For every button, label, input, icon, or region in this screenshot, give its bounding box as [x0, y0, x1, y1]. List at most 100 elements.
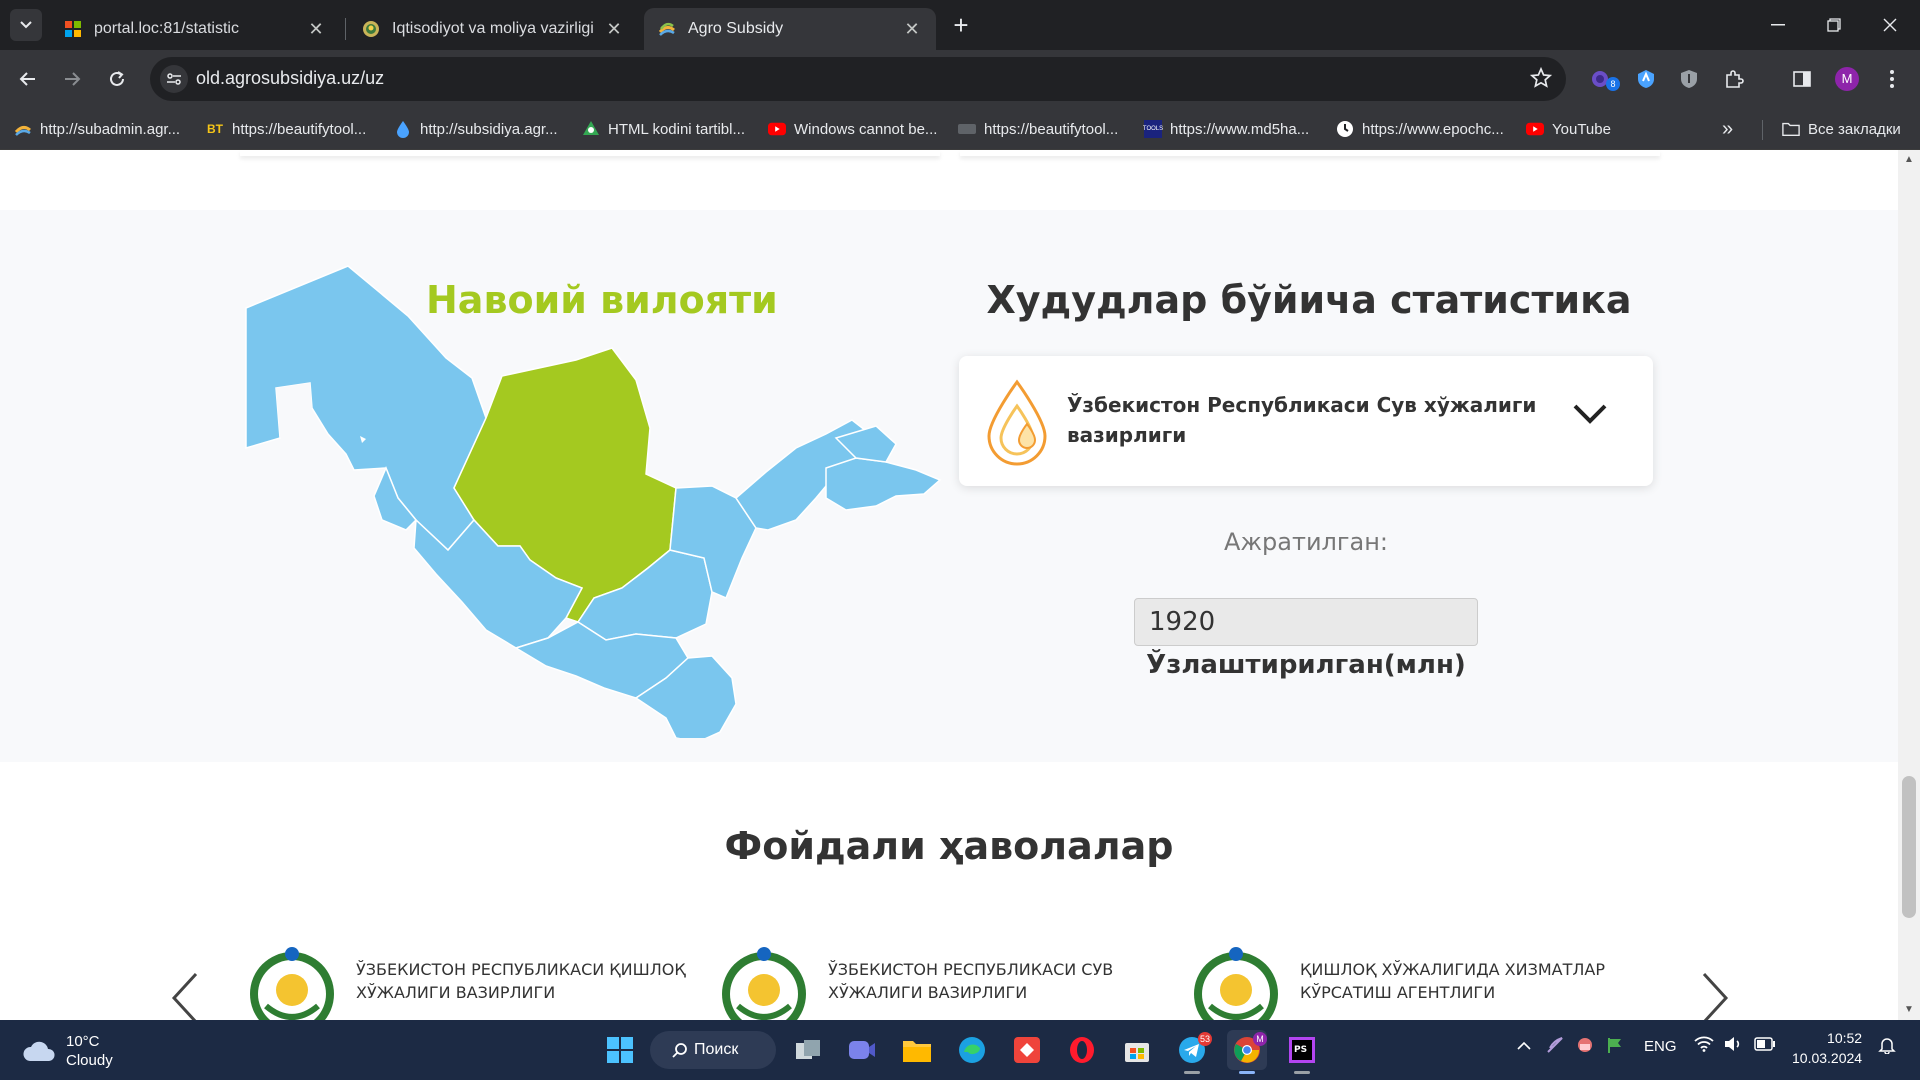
site-info-button[interactable]: [160, 65, 188, 93]
agro-logo-icon: [658, 22, 675, 36]
scroll-up-arrow-icon[interactable]: ▲: [1903, 154, 1915, 166]
tab-agro-subsidy[interactable]: Agro Subsidy ✕: [644, 8, 936, 50]
chevron-down-icon: [1573, 404, 1607, 424]
youtube-icon: [768, 120, 786, 138]
tray-app[interactable]: [1606, 1036, 1624, 1058]
restore-button[interactable]: [1806, 0, 1862, 50]
organization-name: Ўзбекистон Республикаси Сув хўжалиги ваз…: [1067, 393, 1537, 447]
bookmark-item[interactable]: http://subsidiya.agr...: [394, 117, 558, 141]
bookmark-divider: [1762, 120, 1763, 140]
notifications-button[interactable]: [1878, 1036, 1896, 1058]
organization-dropdown[interactable]: Ўзбекистон Республикаси Сув хўжалиги ваз…: [959, 356, 1653, 486]
edge-browser-icon: [959, 1037, 985, 1063]
tool-icon: [958, 120, 976, 138]
tab-title: Iqtisodiyot va moliya vazirligi: [392, 20, 594, 37]
video-chat-icon: [849, 1041, 875, 1059]
browser-menu-button[interactable]: [1876, 63, 1908, 95]
task-view-button[interactable]: [788, 1030, 828, 1070]
all-bookmarks-button[interactable]: Все закладки: [1782, 117, 1901, 141]
useful-link-item[interactable]: Ўзбекистон Республикаси Қишлоқ хўжалиги …: [246, 944, 706, 1020]
bookmark-item[interactable]: YouTube: [1526, 117, 1611, 141]
bookmark-item[interactable]: BT https://beautifytool...: [206, 117, 366, 141]
wifi-status[interactable]: [1694, 1036, 1714, 1056]
extension-button[interactable]: 8: [1586, 63, 1620, 95]
telegram-button[interactable]: 53: [1172, 1030, 1212, 1074]
phpstorm-button[interactable]: PS: [1282, 1030, 1322, 1074]
teams-chat-button[interactable]: [842, 1030, 882, 1070]
volume-status[interactable]: [1724, 1036, 1744, 1056]
region-fergana-valley[interactable]: [825, 457, 942, 511]
aral-sea: [276, 383, 312, 438]
carousel-next-arrow[interactable]: [1694, 968, 1734, 1020]
weather-temperature: 10°C: [66, 1033, 100, 1050]
card-edge: [960, 150, 1660, 156]
scroll-down-arrow-icon[interactable]: ▼: [1903, 1004, 1915, 1016]
reload-button[interactable]: [101, 63, 133, 95]
close-tab-icon[interactable]: ✕: [902, 19, 922, 39]
tab-strip: portal.loc:81/statistic ✕ Iqtisodiyot va…: [0, 0, 1920, 50]
bookmark-label: https://www.epochc...: [1362, 120, 1504, 138]
battery-status[interactable]: [1754, 1037, 1776, 1055]
side-panel-button[interactable]: [1786, 63, 1818, 95]
forward-button[interactable]: [56, 63, 88, 95]
opera-button[interactable]: [1062, 1030, 1102, 1070]
useful-links-title: Фойдали ҳаволалар: [724, 824, 1174, 868]
tab-iqtisodiyot[interactable]: Iqtisodiyot va moliya vazirligi ✕: [348, 8, 638, 50]
start-button[interactable]: [600, 1030, 640, 1070]
tray-app[interactable]: [1576, 1036, 1594, 1058]
store-button[interactable]: [1117, 1030, 1157, 1070]
arrow-left-icon: [19, 72, 35, 86]
bookmark-item[interactable]: https://beautifytool...: [958, 117, 1118, 141]
chrome-button[interactable]: M: [1227, 1030, 1267, 1074]
clock-time: 10:52: [1827, 1030, 1863, 1046]
page-scrollbar[interactable]: ▲ ▼: [1898, 150, 1920, 1020]
tray-app[interactable]: [1546, 1036, 1564, 1058]
flag-icon: [1608, 1038, 1621, 1053]
profile-avatar[interactable]: M: [1831, 63, 1863, 95]
bookmark-item[interactable]: Windows cannot be...: [768, 117, 937, 141]
tab-portal-statistic[interactable]: portal.loc:81/statistic ✕: [50, 8, 340, 50]
extensions-menu-button[interactable]: [1718, 63, 1750, 95]
new-tab-button[interactable]: +: [946, 12, 976, 42]
state-emblem-icon: [1194, 947, 1278, 1020]
bookmark-item[interactable]: TOOLS https://www.md5ha...: [1143, 117, 1309, 141]
bookmark-label: YouTube: [1552, 120, 1611, 138]
address-bar[interactable]: old.agrosubsidiya.uz/uz: [150, 57, 1566, 101]
extension-shield-button[interactable]: [1630, 63, 1662, 95]
bookmark-item[interactable]: https://www.epochc...: [1336, 117, 1504, 141]
notification-bell-icon: [1878, 1038, 1896, 1055]
more-bookmarks-button[interactable]: »: [1722, 117, 1733, 141]
active-window-indicator: [1239, 1071, 1255, 1074]
file-explorer-button[interactable]: [897, 1030, 937, 1070]
search-label: Поиск: [694, 1041, 739, 1058]
double-chevron-right-icon: »: [1722, 117, 1734, 140]
minimize-button[interactable]: [1750, 0, 1806, 50]
close-tab-icon[interactable]: ✕: [604, 19, 624, 39]
tab-search-button[interactable]: [10, 9, 42, 41]
close-window-button[interactable]: [1862, 0, 1918, 50]
system-clock[interactable]: 10:52 10.03.2024: [1792, 1028, 1862, 1068]
close-tab-icon[interactable]: ✕: [306, 19, 326, 39]
language-indicator[interactable]: ENG: [1644, 1038, 1677, 1055]
bookmark-star-icon[interactable]: [1530, 67, 1552, 89]
scrollbar-thumb[interactable]: [1902, 776, 1916, 918]
windows-taskbar: 10°C Cloudy Поиск 53 M PS ENG 10:52 10.0…: [0, 1020, 1920, 1080]
battery-icon: [1754, 1037, 1775, 1051]
weather-widget[interactable]: 10°C Cloudy: [22, 1032, 113, 1070]
telegram-unread-badge: 53: [1197, 1032, 1212, 1046]
extension-privacy-button[interactable]: [1673, 63, 1705, 95]
taskbar-search[interactable]: Поиск: [650, 1031, 776, 1069]
edge-button[interactable]: [952, 1030, 992, 1070]
html-tool-icon: [582, 120, 600, 138]
arrow-right-icon: [65, 72, 81, 86]
store-icon: [1125, 1043, 1149, 1062]
bookmark-item[interactable]: HTML kodini tartibl...: [582, 117, 745, 141]
anydesk-button[interactable]: [1007, 1030, 1047, 1070]
bookmark-item[interactable]: http://subadmin.agr...: [14, 117, 180, 141]
useful-link-item[interactable]: Қишлоқ хўжалигида хизматлар кўрсатиш аге…: [1190, 944, 1650, 1020]
show-hidden-icons-button[interactable]: [1516, 1038, 1532, 1055]
back-button[interactable]: [12, 63, 44, 95]
bookmark-label: HTML kodini tartibl...: [608, 120, 745, 138]
useful-link-item[interactable]: Ўзбекистон Республикаси Сув хўжалиги ваз…: [718, 944, 1178, 1020]
carousel-prev-arrow[interactable]: [166, 968, 206, 1020]
